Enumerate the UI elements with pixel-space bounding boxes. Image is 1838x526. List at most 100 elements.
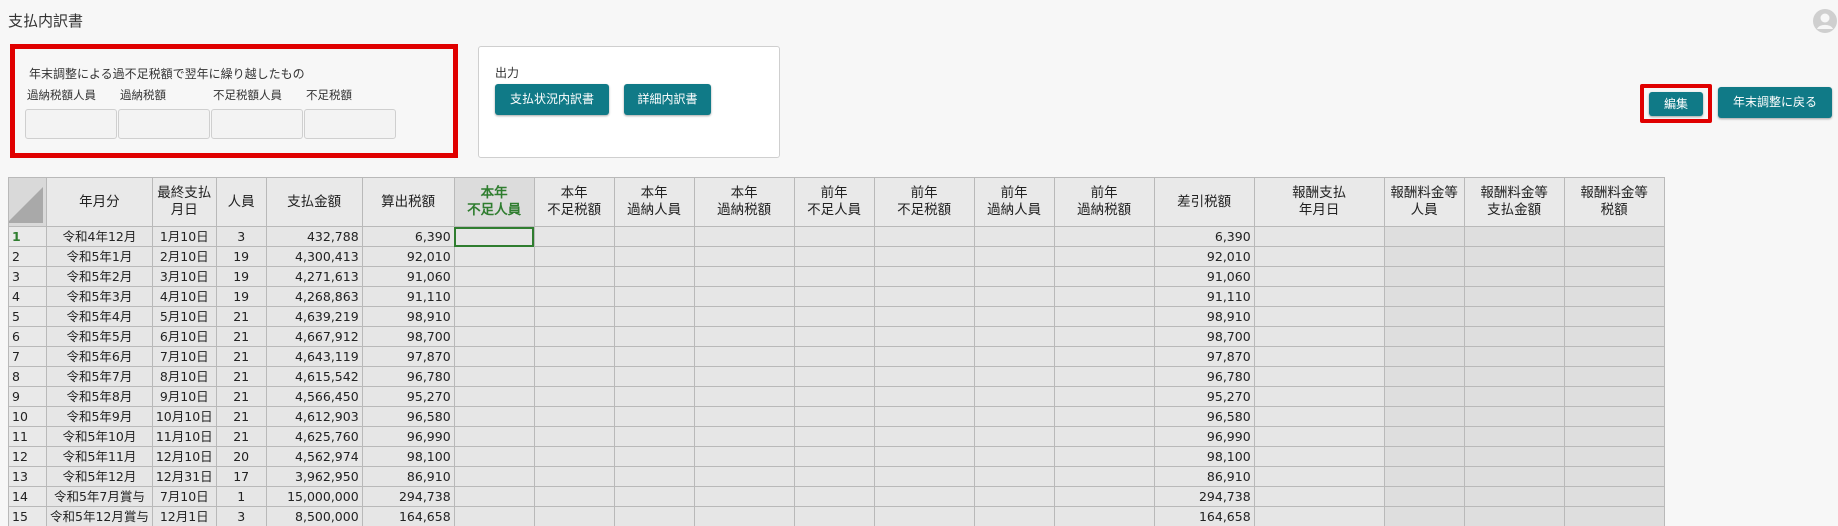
cell-month[interactable]: 令和5年7月賞与 [46, 486, 153, 507]
cell-fee-payment-date[interactable] [1253, 406, 1385, 427]
back-to-year-end-button[interactable]: 年末調整に戻る [1718, 87, 1832, 118]
cell-prev-shortage-people[interactable] [793, 466, 875, 487]
cell-fee-people[interactable] [1383, 506, 1465, 526]
cell-net-tax[interactable]: 91,060 [1153, 266, 1255, 287]
table-row[interactable]: 14 令和5年7月賞与 7月10日 1 15,000,000 294,738 294,738 [8, 486, 1665, 507]
cell-computed-tax[interactable]: 96,780 [361, 366, 455, 387]
cell-fee-tax[interactable] [1563, 246, 1665, 267]
cell-current-shortage-tax[interactable] [533, 466, 615, 487]
cell-net-tax[interactable]: 96,580 [1153, 406, 1255, 427]
cell-current-shortage-people[interactable] [453, 286, 535, 307]
cell-payment-amount[interactable]: 3,962,950 [265, 466, 363, 487]
cell-payment-amount[interactable]: 4,271,613 [265, 266, 363, 287]
cell-fee-people[interactable] [1383, 486, 1465, 507]
cell-net-tax[interactable]: 91,110 [1153, 286, 1255, 307]
cell-prev-shortage-tax[interactable] [873, 426, 975, 447]
cell-net-tax[interactable]: 86,910 [1153, 466, 1255, 487]
cell-current-overpaid-people[interactable] [613, 346, 695, 367]
cell-prev-shortage-people[interactable] [793, 306, 875, 327]
table-row[interactable]: 6 令和5年5月 6月10日 21 4,667,912 98,700 98,700 [8, 326, 1665, 347]
edit-button[interactable]: 編集 [1649, 92, 1703, 116]
cell-prev-overpaid-people[interactable] [973, 426, 1055, 447]
cell-prev-overpaid-people[interactable] [973, 226, 1055, 247]
cell-prev-shortage-people[interactable] [793, 346, 875, 367]
cell-current-overpaid-people[interactable] [613, 306, 695, 327]
cell-month[interactable]: 令和5年3月 [46, 286, 153, 307]
cell-people[interactable]: 19 [215, 286, 267, 307]
cell-last-pay-date[interactable]: 1月10日 [151, 226, 217, 247]
cell-fee-tax[interactable] [1563, 506, 1665, 526]
cell-fee-people[interactable] [1383, 386, 1465, 407]
cell-computed-tax[interactable]: 96,990 [361, 426, 455, 447]
cell-current-overpaid-people[interactable] [613, 286, 695, 307]
cell-fee-amount[interactable] [1463, 386, 1565, 407]
table-row[interactable]: 15 令和5年12月賞与 12月1日 3 8,500,000 164,658 164,658 [8, 506, 1665, 526]
cell-computed-tax[interactable]: 86,910 [361, 466, 455, 487]
cell-current-shortage-people[interactable] [453, 406, 535, 427]
cell-fee-tax[interactable] [1563, 406, 1665, 427]
overpaid-tax-input[interactable] [118, 109, 210, 139]
cell-current-shortage-tax[interactable] [533, 246, 615, 267]
table-row[interactable]: 8 令和5年7月 8月10日 21 4,615,542 96,780 96,780 [8, 366, 1665, 387]
cell-fee-payment-date[interactable] [1253, 366, 1385, 387]
cell-fee-amount[interactable] [1463, 406, 1565, 427]
cell-prev-shortage-tax[interactable] [873, 346, 975, 367]
cell-current-shortage-tax[interactable] [533, 506, 615, 526]
cell-net-tax[interactable]: 294,738 [1153, 486, 1255, 507]
cell-net-tax[interactable]: 92,010 [1153, 246, 1255, 267]
cell-computed-tax[interactable]: 98,700 [361, 326, 455, 347]
cell-net-tax[interactable]: 95,270 [1153, 386, 1255, 407]
cell-last-pay-date[interactable]: 3月10日 [151, 266, 217, 287]
cell-net-tax[interactable]: 98,100 [1153, 446, 1255, 467]
cell-current-overpaid-tax[interactable] [693, 406, 795, 427]
cell-month[interactable]: 令和5年6月 [46, 346, 153, 367]
cell-current-overpaid-people[interactable] [613, 386, 695, 407]
cell-fee-amount[interactable] [1463, 226, 1565, 247]
cell-prev-overpaid-people[interactable] [973, 286, 1055, 307]
cell-current-overpaid-tax[interactable] [693, 286, 795, 307]
cell-prev-overpaid-tax[interactable] [1053, 286, 1155, 307]
cell-prev-shortage-people[interactable] [793, 266, 875, 287]
cell-month[interactable]: 令和5年4月 [46, 306, 153, 327]
cell-people[interactable]: 21 [215, 366, 267, 387]
cell-payment-amount[interactable]: 4,625,760 [265, 426, 363, 447]
cell-net-tax[interactable]: 96,990 [1153, 426, 1255, 447]
cell-current-shortage-tax[interactable] [533, 306, 615, 327]
cell-payment-amount[interactable]: 4,612,903 [265, 406, 363, 427]
cell-current-shortage-people[interactable] [453, 446, 535, 467]
cell-current-overpaid-people[interactable] [613, 326, 695, 347]
cell-current-shortage-people[interactable] [453, 486, 535, 507]
cell-last-pay-date[interactable]: 7月10日 [151, 486, 217, 507]
cell-prev-shortage-tax[interactable] [873, 386, 975, 407]
cell-current-overpaid-tax[interactable] [693, 506, 795, 526]
cell-prev-shortage-people[interactable] [793, 246, 875, 267]
cell-prev-shortage-people[interactable] [793, 486, 875, 507]
cell-net-tax[interactable]: 96,780 [1153, 366, 1255, 387]
cell-current-overpaid-people[interactable] [613, 246, 695, 267]
cell-prev-shortage-tax[interactable] [873, 286, 975, 307]
cell-fee-tax[interactable] [1563, 446, 1665, 467]
cell-computed-tax[interactable]: 294,738 [361, 486, 455, 507]
shortage-people-input[interactable] [211, 109, 303, 139]
cell-people[interactable]: 21 [215, 326, 267, 347]
cell-fee-amount[interactable] [1463, 266, 1565, 287]
cell-prev-overpaid-tax[interactable] [1053, 446, 1155, 467]
cell-current-overpaid-tax[interactable] [693, 306, 795, 327]
cell-month[interactable]: 令和5年12月賞与 [46, 506, 153, 526]
cell-people[interactable]: 21 [215, 346, 267, 367]
cell-prev-shortage-people[interactable] [793, 286, 875, 307]
cell-fee-tax[interactable] [1563, 346, 1665, 367]
cell-prev-overpaid-tax[interactable] [1053, 406, 1155, 427]
cell-prev-overpaid-tax[interactable] [1053, 246, 1155, 267]
detail-report-button[interactable]: 詳細内訳書 [624, 84, 711, 115]
cell-people[interactable]: 17 [215, 466, 267, 487]
cell-current-overpaid-people[interactable] [613, 466, 695, 487]
cell-current-shortage-people[interactable] [453, 506, 535, 526]
cell-fee-amount[interactable] [1463, 446, 1565, 467]
cell-month[interactable]: 令和5年11月 [46, 446, 153, 467]
cell-fee-people[interactable] [1383, 366, 1465, 387]
cell-month[interactable]: 令和5年7月 [46, 366, 153, 387]
cell-computed-tax[interactable]: 6,390 [361, 226, 455, 247]
cell-prev-overpaid-people[interactable] [973, 446, 1055, 467]
cell-prev-overpaid-people[interactable] [973, 406, 1055, 427]
